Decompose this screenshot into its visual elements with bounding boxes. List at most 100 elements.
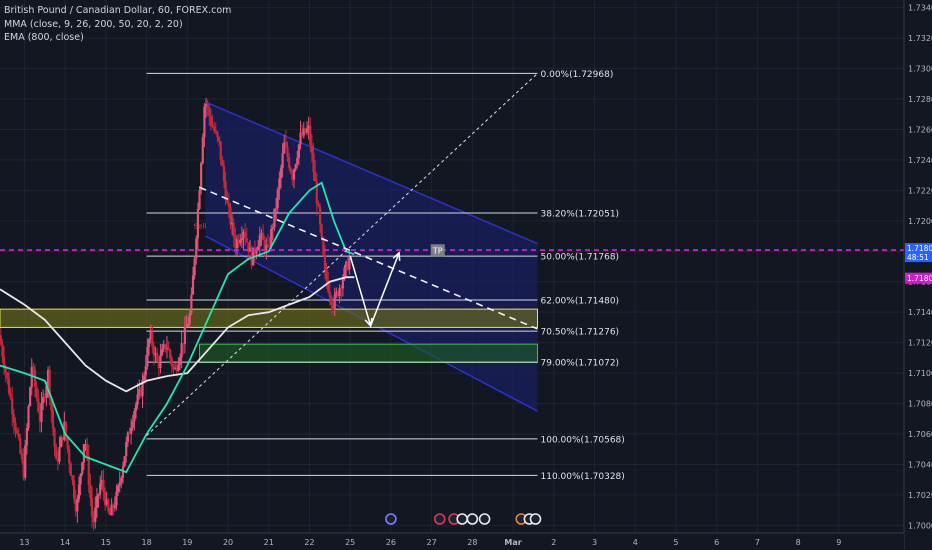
fib-label: 79.00%(1.71072) <box>541 359 620 369</box>
candle-body <box>11 398 14 415</box>
candle-body <box>274 208 278 210</box>
time-tick-label: Mar <box>504 538 521 547</box>
candle-body <box>312 153 315 172</box>
candle-body <box>20 453 24 460</box>
candle-body <box>6 372 9 379</box>
candle-body <box>160 349 164 356</box>
price-tick-label: 1.71000 <box>908 369 932 378</box>
time-tick-label: 27 <box>427 538 437 547</box>
candle-body <box>146 347 149 367</box>
time-tick-label: 28 <box>467 538 477 547</box>
time-tick-label: 15 <box>101 538 111 547</box>
fib-label: 38.20%(1.72051) <box>541 210 620 220</box>
candle-body <box>188 313 191 324</box>
candle-body <box>120 477 123 483</box>
candle-body <box>37 398 40 412</box>
candle-body <box>107 499 110 512</box>
time-tick-label: 9 <box>836 538 841 547</box>
candle-body <box>309 125 312 146</box>
candle-body <box>86 443 89 456</box>
candle-body <box>292 169 296 180</box>
candle-body <box>97 494 100 496</box>
candle-body <box>341 279 344 289</box>
calendar-event-icon[interactable] <box>478 513 491 525</box>
candle-body <box>317 203 320 207</box>
candle-body <box>136 394 139 405</box>
green-zone[interactable] <box>199 343 539 363</box>
candle-body <box>170 358 173 367</box>
chart-legend: British Pound / Canadian Dollar, 60, FOR… <box>4 4 231 45</box>
price-tick-label: 1.72800 <box>908 95 932 104</box>
candle-body <box>206 104 209 108</box>
price-tick-label: 1.73200 <box>908 34 932 43</box>
candle-body <box>177 364 180 371</box>
price-tick-label: 1.71400 <box>908 308 932 317</box>
time-tick-label: 13 <box>19 538 29 547</box>
calendar-event-icon[interactable] <box>433 513 446 525</box>
price-badge-countdown: 48:51 <box>907 253 929 262</box>
candle-body <box>333 294 336 310</box>
time-axis-panel <box>0 533 904 550</box>
symbol-legend[interactable]: British Pound / Canadian Dollar, 60, FOR… <box>4 4 231 18</box>
calendar-event-icon[interactable] <box>456 513 468 525</box>
candle-body <box>76 499 79 512</box>
candle-body <box>90 497 94 517</box>
candle-body <box>118 482 121 486</box>
candle-body <box>16 430 19 434</box>
candle-body <box>219 141 222 160</box>
chart-canvas[interactable]: 0.00%(1.72968) 38.20%(1.72051) 50.00%(1.71… <box>0 0 932 550</box>
candle-body <box>71 476 74 481</box>
price-tick-label: 1.70400 <box>908 460 932 469</box>
calendar-event-icon[interactable] <box>466 513 479 525</box>
candle-body <box>208 107 211 117</box>
candle-body <box>310 145 314 154</box>
candle-body <box>193 258 196 276</box>
price-tick-label: 1.72200 <box>908 186 932 195</box>
candle-body <box>221 159 224 166</box>
candle-body <box>169 350 172 359</box>
candle-body <box>190 294 193 314</box>
candle-body <box>296 157 299 165</box>
candle-body <box>201 137 204 164</box>
time-tick-label: 20 <box>223 538 233 547</box>
price-tick-label: 1.72000 <box>908 217 932 226</box>
candle-body <box>294 164 297 170</box>
candle-body <box>79 474 82 485</box>
candle-body <box>33 369 37 387</box>
time-tick-label: 2 <box>551 538 556 547</box>
candle-body <box>69 463 72 477</box>
time-tick-label: 5 <box>673 538 678 547</box>
candle-body <box>159 355 162 369</box>
candle-body <box>51 410 55 429</box>
candle-body <box>7 378 11 394</box>
candle-body <box>187 323 190 327</box>
candle-body <box>213 126 216 132</box>
candle-body <box>203 106 206 138</box>
calendar-event-icon[interactable] <box>529 513 542 525</box>
candle-body <box>178 357 182 365</box>
candle-body <box>29 387 32 407</box>
price-tick-label: 1.73000 <box>908 65 932 74</box>
candle-body <box>99 483 102 495</box>
candle-body <box>25 428 28 446</box>
candle-body <box>4 368 7 373</box>
candle-body <box>257 246 260 251</box>
candle-body <box>229 206 232 225</box>
fib-label: 70.50%(1.71276) <box>541 328 620 338</box>
candle-body <box>227 202 230 207</box>
mma-legend[interactable]: MMA (close, 9, 26, 200, 50, 20, 2, 20) <box>4 18 231 32</box>
candle-body <box>314 171 317 182</box>
candle-body <box>167 347 170 351</box>
ema-legend[interactable]: EMA (800, close) <box>4 31 231 45</box>
candle-body <box>151 331 154 347</box>
candle-body <box>27 406 30 429</box>
price-tick-label: 1.73400 <box>908 4 932 13</box>
time-tick-label: 18 <box>142 538 152 547</box>
candle-body <box>281 153 284 169</box>
candle-body <box>32 366 35 370</box>
candle-body <box>284 142 287 147</box>
candle-body <box>81 462 84 475</box>
candle-body <box>338 287 341 297</box>
price-tick-label: 1.70200 <box>908 491 932 500</box>
calendar-event-icon[interactable] <box>385 513 397 525</box>
